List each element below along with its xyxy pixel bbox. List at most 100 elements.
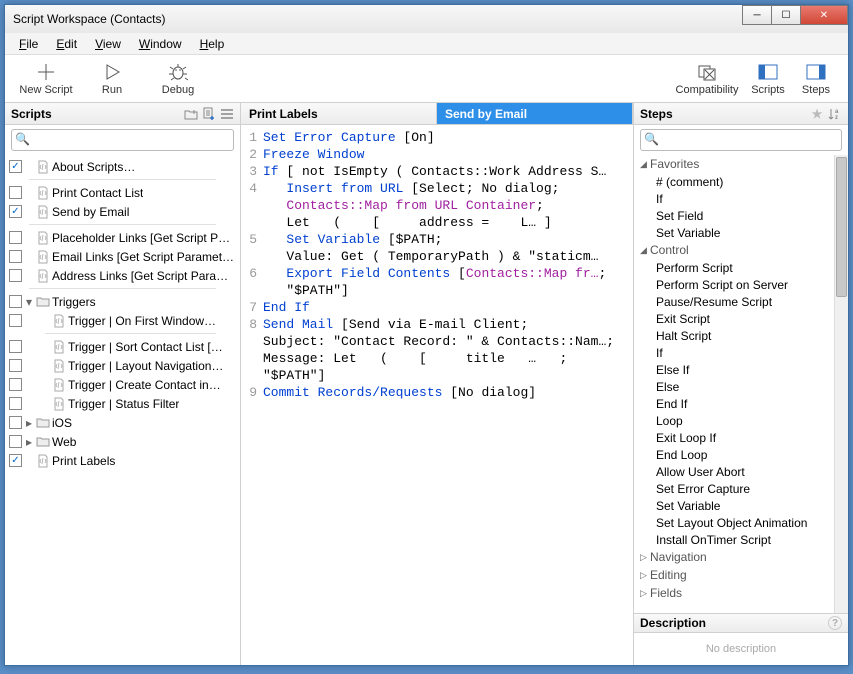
code-line[interactable]: Let ( [ address = L… ] bbox=[241, 214, 633, 231]
code-line[interactable]: Message: Let ( [ title … ; bbox=[241, 350, 633, 367]
step-item[interactable]: Perform Script bbox=[634, 259, 834, 276]
debug-button[interactable]: Debug bbox=[145, 62, 211, 96]
menu-help[interactable]: Help bbox=[192, 35, 233, 53]
step-item[interactable]: Set Variable bbox=[634, 224, 834, 241]
checkbox[interactable]: ✓ bbox=[9, 205, 22, 218]
menu-window[interactable]: Window bbox=[131, 35, 190, 53]
checkbox[interactable] bbox=[9, 397, 22, 410]
step-group-header[interactable]: ◢Control bbox=[634, 241, 834, 259]
checkbox[interactable] bbox=[9, 314, 22, 327]
code-line[interactable]: Value: Get ( TemporaryPath ) & "staticm… bbox=[241, 248, 633, 265]
menu-view[interactable]: View bbox=[87, 35, 129, 53]
code-editor[interactable]: 1Set Error Capture [On]2Freeze Window3If… bbox=[241, 125, 633, 665]
script-item[interactable]: Trigger | Layout Navigation… bbox=[5, 356, 240, 375]
scrollbar-thumb[interactable] bbox=[836, 157, 847, 297]
editor-tab[interactable]: Send by Email bbox=[437, 103, 633, 124]
step-item[interactable]: Else If bbox=[634, 361, 834, 378]
folder-item[interactable]: ▾Triggers bbox=[5, 292, 240, 311]
step-item[interactable]: Else bbox=[634, 378, 834, 395]
step-item[interactable]: Install OnTimer Script bbox=[634, 531, 834, 548]
script-item[interactable]: Email Links [Get Script Paramet… bbox=[5, 247, 240, 266]
script-item[interactable]: ✓Print Labels bbox=[5, 451, 240, 470]
checkbox[interactable] bbox=[9, 378, 22, 391]
step-item[interactable]: Pause/Resume Script bbox=[634, 293, 834, 310]
checkbox[interactable] bbox=[9, 231, 22, 244]
code-line[interactable]: 5 Set Variable [$PATH; bbox=[241, 231, 633, 248]
code-line[interactable]: 4 Insert from URL [Select; No dialog; bbox=[241, 180, 633, 197]
step-item[interactable]: Halt Script bbox=[634, 327, 834, 344]
scripts-toggle[interactable]: Scripts bbox=[744, 62, 792, 96]
script-item[interactable]: Placeholder Links [Get Script P… bbox=[5, 228, 240, 247]
step-item[interactable]: If bbox=[634, 344, 834, 361]
triangle-right-icon[interactable]: ▸ bbox=[26, 435, 36, 449]
code-line[interactable]: 3If [ not IsEmpty ( Contacts::Work Addre… bbox=[241, 163, 633, 180]
folder-item[interactable]: ▸Web bbox=[5, 432, 240, 451]
step-item[interactable]: Exit Script bbox=[634, 310, 834, 327]
step-item[interactable]: If bbox=[634, 190, 834, 207]
code-line[interactable]: 7End If bbox=[241, 299, 633, 316]
step-item[interactable]: Set Error Capture bbox=[634, 480, 834, 497]
triangle-right-icon[interactable]: ▸ bbox=[26, 416, 36, 430]
checkbox[interactable] bbox=[9, 269, 22, 282]
step-item[interactable]: Set Field bbox=[634, 207, 834, 224]
step-item[interactable]: Exit Loop If bbox=[634, 429, 834, 446]
checkbox[interactable] bbox=[9, 416, 22, 429]
triangle-down-icon[interactable]: ▾ bbox=[26, 295, 36, 309]
code-line[interactable]: 2Freeze Window bbox=[241, 146, 633, 163]
editor-tab[interactable]: Print Labels bbox=[241, 103, 437, 124]
close-button[interactable]: ✕ bbox=[800, 5, 848, 25]
step-item[interactable]: # (comment) bbox=[634, 173, 834, 190]
new-script-button[interactable]: New Script bbox=[13, 62, 79, 96]
steps-toggle[interactable]: Steps bbox=[792, 62, 840, 96]
sort-icon[interactable]: az bbox=[828, 107, 842, 121]
script-item[interactable]: Trigger | Sort Contact List [… bbox=[5, 337, 240, 356]
step-item[interactable]: Set Variable bbox=[634, 497, 834, 514]
checkbox[interactable] bbox=[9, 359, 22, 372]
checkbox[interactable]: ✓ bbox=[9, 454, 22, 467]
step-item[interactable]: End If bbox=[634, 395, 834, 412]
checkbox[interactable] bbox=[9, 340, 22, 353]
steps-scrollbar[interactable] bbox=[834, 155, 848, 613]
minimize-button[interactable]: ─ bbox=[742, 5, 772, 25]
code-line[interactable]: 1Set Error Capture [On] bbox=[241, 129, 633, 146]
step-item[interactable]: Allow User Abort bbox=[634, 463, 834, 480]
list-menu-icon[interactable] bbox=[220, 107, 234, 121]
run-button[interactable]: Run bbox=[79, 62, 145, 96]
script-item[interactable]: Trigger | Status Filter bbox=[5, 394, 240, 413]
checkbox[interactable] bbox=[9, 186, 22, 199]
step-group-header[interactable]: ▷Fields bbox=[634, 584, 834, 602]
script-item[interactable]: Trigger | Create Contact in… bbox=[5, 375, 240, 394]
star-icon[interactable]: ★ bbox=[810, 107, 824, 121]
code-line[interactable]: "$PATH"] bbox=[241, 367, 633, 384]
code-line[interactable]: 6 Export Field Contents [Contacts::Map f… bbox=[241, 265, 633, 282]
checkbox[interactable] bbox=[9, 250, 22, 263]
script-item[interactable]: Trigger | On First Window… bbox=[5, 311, 240, 330]
step-group-header[interactable]: ▷Navigation bbox=[634, 548, 834, 566]
new-script-icon[interactable] bbox=[202, 107, 216, 121]
steps-search-input[interactable] bbox=[640, 129, 842, 151]
script-item[interactable]: Address Links [Get Script Para… bbox=[5, 266, 240, 285]
checkbox[interactable] bbox=[9, 435, 22, 448]
compatibility-button[interactable]: Compatibility bbox=[670, 62, 744, 96]
script-item[interactable]: ✓Send by Email bbox=[5, 202, 240, 221]
checkbox[interactable] bbox=[9, 295, 22, 308]
menu-file[interactable]: File bbox=[11, 35, 46, 53]
maximize-button[interactable]: ☐ bbox=[771, 5, 801, 25]
code-line[interactable]: 8Send Mail [Send via E-mail Client; bbox=[241, 316, 633, 333]
help-icon[interactable]: ? bbox=[828, 616, 842, 630]
code-line[interactable]: "$PATH"] bbox=[241, 282, 633, 299]
step-item[interactable]: Loop bbox=[634, 412, 834, 429]
scripts-search-input[interactable] bbox=[11, 129, 234, 151]
script-item[interactable]: Print Contact List bbox=[5, 183, 240, 202]
new-folder-icon[interactable] bbox=[184, 107, 198, 121]
step-item[interactable]: End Loop bbox=[634, 446, 834, 463]
script-item[interactable]: ✓About Scripts… bbox=[5, 157, 240, 176]
code-line[interactable]: Subject: "Contact Record: " & Contacts::… bbox=[241, 333, 633, 350]
code-line[interactable]: Contacts::Map from URL Container; bbox=[241, 197, 633, 214]
checkbox[interactable]: ✓ bbox=[9, 160, 22, 173]
step-item[interactable]: Set Layout Object Animation bbox=[634, 514, 834, 531]
step-item[interactable]: Perform Script on Server bbox=[634, 276, 834, 293]
folder-item[interactable]: ▸iOS bbox=[5, 413, 240, 432]
menu-edit[interactable]: Edit bbox=[48, 35, 85, 53]
step-group-header[interactable]: ◢Favorites bbox=[634, 155, 834, 173]
